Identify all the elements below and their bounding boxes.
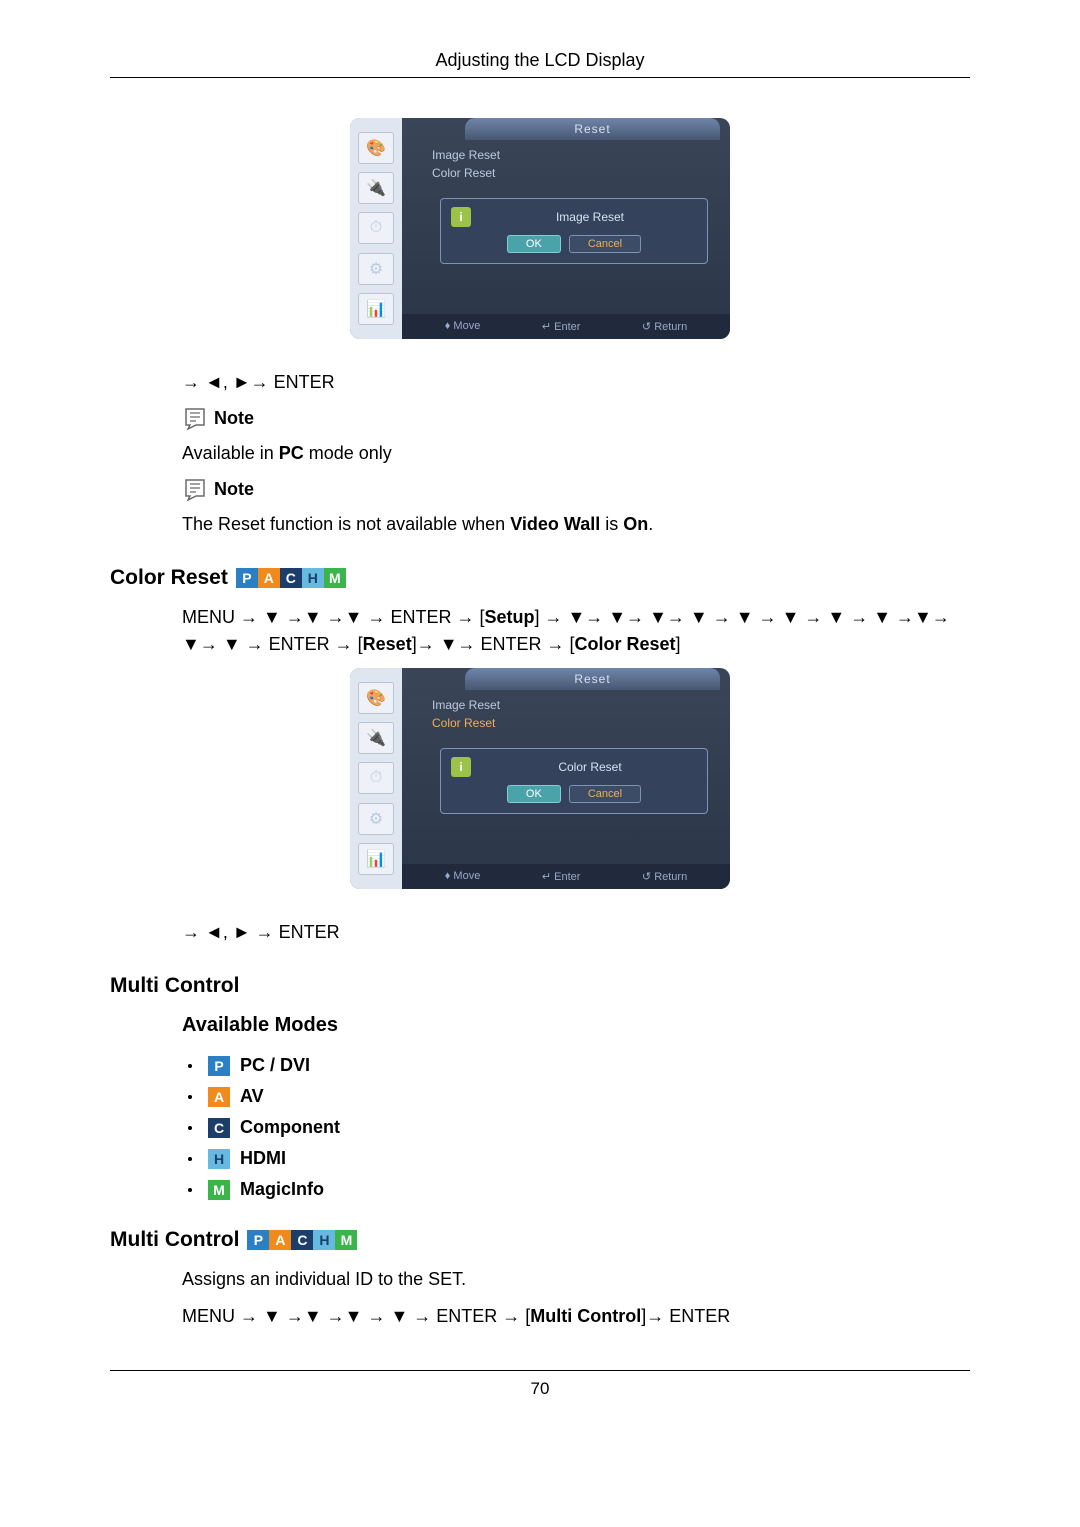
note-label: Note xyxy=(214,479,254,500)
mode-badge-h: H xyxy=(208,1149,230,1169)
section-color-reset: Color Reset P A C H M xyxy=(110,566,970,590)
osd-ok-button: OK xyxy=(507,235,561,253)
osd-footer: ♦ Move ↵ Enter ↺ Return xyxy=(402,314,730,339)
osd-icon-setup: ⚙ xyxy=(358,253,394,285)
mode-badge-m: M xyxy=(208,1180,230,1200)
section-multi-control: Multi Control xyxy=(110,974,970,998)
bullet-icon xyxy=(188,1126,192,1130)
mode-badge-m: M xyxy=(335,1230,357,1250)
osd-image-reset: Reset 🎨 🔌 ⏱ ⚙ 📊 Image Reset Color Reset … xyxy=(350,118,730,339)
note-row: Note xyxy=(182,406,970,430)
bullet-icon xyxy=(188,1188,192,1192)
osd-footer-move: ♦ Move xyxy=(445,870,481,883)
osd-dialog-title: Image Reset xyxy=(483,210,697,224)
mode-label: MagicInfo xyxy=(240,1179,324,1200)
osd-footer-move: ♦ Move xyxy=(445,320,481,333)
osd-icon-input: 🔌 xyxy=(358,722,394,754)
mode-label: PC / DVI xyxy=(240,1055,310,1076)
osd-icon-time: ⏱ xyxy=(358,212,394,244)
osd-footer-return: ↺ Return xyxy=(642,320,687,333)
nav-sequence: → ◄, ►→ ENTER xyxy=(182,369,970,396)
mode-label: HDMI xyxy=(240,1148,286,1169)
mode-badge-h: H xyxy=(302,568,324,588)
mode-item: C Component xyxy=(182,1117,970,1138)
osd-left-icons: 🎨 🔌 ⏱ ⚙ 📊 xyxy=(350,668,402,889)
osd-cancel-button: Cancel xyxy=(569,785,641,803)
note-label: Note xyxy=(214,408,254,429)
osd-dialog: i Image Reset OK Cancel xyxy=(440,198,708,264)
bullet-icon xyxy=(188,1095,192,1099)
info-icon: i xyxy=(451,757,471,777)
osd-ok-button: OK xyxy=(507,785,561,803)
page-container: Adjusting the LCD Display Reset 🎨 🔌 ⏱ ⚙ … xyxy=(0,0,1080,1439)
osd-list-item-selected: Color Reset xyxy=(432,714,716,732)
osd-list-item: Color Reset xyxy=(432,164,716,182)
multi-control-description: Assigns an individual ID to the SET. xyxy=(182,1266,970,1293)
section-multi-control-2: Multi Control P A C H M xyxy=(110,1228,970,1252)
osd-color-reset: Reset 🎨 🔌 ⏱ ⚙ 📊 Image Reset Color Reset … xyxy=(350,668,730,889)
osd-icon-picture: 🎨 xyxy=(358,682,394,714)
mode-label: Component xyxy=(240,1117,340,1138)
nav-sequence-2: → ◄, ► → ENTER xyxy=(182,919,970,946)
mode-badges-row: P A C H M xyxy=(236,568,346,588)
osd-icon-setup: ⚙ xyxy=(358,803,394,835)
mode-item: P PC / DVI xyxy=(182,1055,970,1076)
page-header: Adjusting the LCD Display xyxy=(110,50,970,78)
mode-badge-a: A xyxy=(258,568,280,588)
mode-badge-p: P xyxy=(208,1056,230,1076)
osd-list-item: Image Reset xyxy=(432,146,716,164)
mode-badge-p: P xyxy=(236,568,258,588)
mode-item: H HDMI xyxy=(182,1148,970,1169)
mode-item: A AV xyxy=(182,1086,970,1107)
mode-item: M MagicInfo xyxy=(182,1179,970,1200)
mode-badge-c: C xyxy=(208,1118,230,1138)
bullet-icon xyxy=(188,1157,192,1161)
note-text-1: Available in PC mode only xyxy=(182,440,970,467)
mode-badge-p: P xyxy=(247,1230,269,1250)
osd-left-icons: 🎨 🔌 ⏱ ⚙ 📊 xyxy=(350,118,402,339)
note-icon xyxy=(182,406,208,430)
color-reset-menu-path: MENU → ▼ →▼ →▼ → ENTER → [Setup] → ▼→ ▼→… xyxy=(182,604,970,658)
osd-icon-time: ⏱ xyxy=(358,762,394,794)
note-text-2: The Reset function is not available when… xyxy=(182,511,970,538)
note-row: Note xyxy=(182,477,970,501)
mode-badge-a: A xyxy=(208,1087,230,1107)
note-icon xyxy=(182,477,208,501)
mode-badge-h: H xyxy=(313,1230,335,1250)
osd-footer-enter: ↵ Enter xyxy=(542,870,581,883)
bullet-icon xyxy=(188,1064,192,1068)
osd-icon-picture: 🎨 xyxy=(358,132,394,164)
mode-label: AV xyxy=(240,1086,264,1107)
osd-dialog: i Color Reset OK Cancel xyxy=(440,748,708,814)
mode-badge-c: C xyxy=(280,568,302,588)
sub-heading-available-modes: Available Modes xyxy=(182,1014,970,1037)
osd-icon-multi: 📊 xyxy=(358,843,394,875)
mode-badge-m: M xyxy=(324,568,346,588)
multi-control-menu-path: MENU → ▼ →▼ →▼ → ▼ → ENTER → [Multi Cont… xyxy=(182,1303,970,1330)
info-icon: i xyxy=(451,207,471,227)
page-number: 70 xyxy=(110,1370,970,1399)
mode-badge-c: C xyxy=(291,1230,313,1250)
osd-footer: ♦ Move ↵ Enter ↺ Return xyxy=(402,864,730,889)
available-modes-list: P PC / DVI A AV C Component H HDMI M xyxy=(182,1055,970,1200)
osd-dialog-title: Color Reset xyxy=(483,760,697,774)
osd-list-item: Image Reset xyxy=(432,696,716,714)
osd-icon-input: 🔌 xyxy=(358,172,394,204)
osd-footer-enter: ↵ Enter xyxy=(542,320,581,333)
osd-icon-multi: 📊 xyxy=(358,293,394,325)
osd-cancel-button: Cancel xyxy=(569,235,641,253)
osd-footer-return: ↺ Return xyxy=(642,870,687,883)
mode-badge-a: A xyxy=(269,1230,291,1250)
mode-badges-row: P A C H M xyxy=(247,1230,357,1250)
